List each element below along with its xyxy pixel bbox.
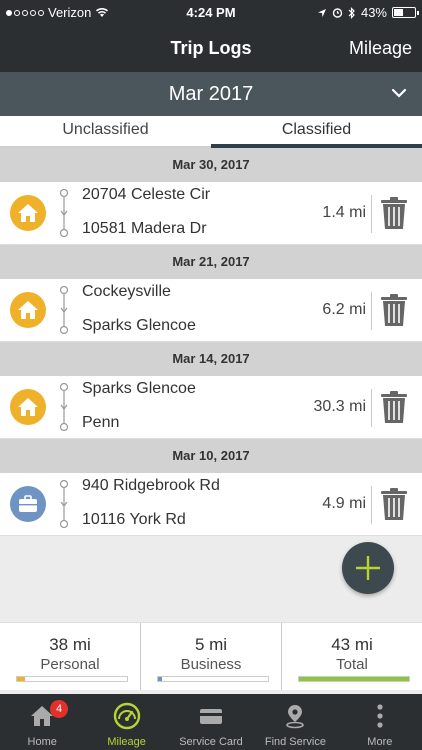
route-icon xyxy=(59,480,69,528)
category-badge[interactable] xyxy=(10,389,46,425)
row-divider xyxy=(371,486,372,524)
tab-label: Home xyxy=(27,736,57,748)
home-icon xyxy=(18,398,38,416)
summary-value: 5 mi xyxy=(194,635,228,654)
summary-progress-bar xyxy=(157,676,269,682)
date-header: Mar 21, 2017 xyxy=(0,245,422,279)
briefcase-icon xyxy=(19,495,37,512)
row-divider xyxy=(371,389,372,427)
bottom-tab-bar: 4 Home Mileage Service Card Find Service More xyxy=(0,694,422,750)
trip-destination: Penn xyxy=(82,414,120,431)
home-icon xyxy=(18,204,38,222)
summary-value: 43 mi xyxy=(331,635,373,654)
route-icon xyxy=(59,189,69,237)
summary-total: 43 mi Total xyxy=(281,623,422,690)
tab-more[interactable]: More xyxy=(338,694,422,750)
trash-icon[interactable] xyxy=(380,487,408,521)
tab-classified[interactable]: Classified xyxy=(211,116,422,148)
battery-percent: 43% xyxy=(360,5,387,20)
summary-value: 38 mi xyxy=(49,635,91,654)
trash-icon[interactable] xyxy=(380,390,408,424)
status-bar: Verizon 4:24 PM 43% xyxy=(0,0,422,26)
month-selector[interactable]: Mar 2017 xyxy=(0,72,422,116)
trip-destination: 10116 York Rd xyxy=(82,511,186,528)
plus-icon xyxy=(356,556,380,580)
trip-destination: 10581 Madera Dr xyxy=(82,220,207,237)
summary-label: Personal xyxy=(40,656,100,673)
speedometer-icon xyxy=(113,702,140,730)
location-pin-icon xyxy=(286,705,305,729)
category-badge[interactable] xyxy=(10,195,46,231)
summary-progress-bar xyxy=(298,676,410,682)
summary-personal: 38 mi Personal xyxy=(0,623,140,690)
tab-home[interactable]: 4 Home xyxy=(0,694,84,750)
summary-label: Total xyxy=(336,656,368,673)
trip-row[interactable]: Sparks Glencoe Penn 30.3 mi xyxy=(0,376,422,439)
tab-find-service[interactable]: Find Service xyxy=(253,694,337,750)
date-header: Mar 14, 2017 xyxy=(0,342,422,376)
trip-origin: 20704 Celeste Cir xyxy=(82,186,211,203)
route-icon xyxy=(59,383,69,431)
summary-progress-bar xyxy=(16,676,128,682)
more-icon xyxy=(377,704,383,728)
category-badge[interactable] xyxy=(10,486,46,522)
card-icon xyxy=(200,709,223,724)
trip-row[interactable]: 20704 Celeste Cir 10581 Madera Dr 1.4 mi xyxy=(0,182,422,245)
tab-label: Find Service xyxy=(264,736,326,748)
row-divider xyxy=(371,195,372,233)
row-divider xyxy=(371,292,372,330)
alarm-icon xyxy=(332,8,343,18)
notification-badge: 4 xyxy=(50,700,68,718)
tab-service-card[interactable]: Service Card xyxy=(169,694,253,750)
date-header: Mar 30, 2017 xyxy=(0,148,422,182)
trip-distance: 30.3 mi xyxy=(313,398,366,415)
add-trip-button[interactable] xyxy=(342,542,394,594)
trip-distance: 4.9 mi xyxy=(322,495,366,512)
trip-distance: 6.2 mi xyxy=(322,301,366,318)
trip-distance: 1.4 mi xyxy=(322,204,366,221)
location-arrow-icon xyxy=(317,8,326,17)
trip-destination: Sparks Glencoe xyxy=(82,317,196,334)
tab-label: Mileage xyxy=(107,736,146,748)
bluetooth-icon xyxy=(348,6,355,19)
trip-row[interactable]: Cockeysville Sparks Glencoe 6.2 mi xyxy=(0,279,422,342)
trip-origin: Cockeysville xyxy=(82,283,171,300)
home-icon xyxy=(18,301,38,319)
mileage-summary: 38 mi Personal 5 mi Business 43 mi Total xyxy=(0,622,422,690)
battery-icon xyxy=(392,7,419,18)
trip-row[interactable]: 940 Ridgebrook Rd 10116 York Rd 4.9 mi xyxy=(0,473,422,536)
date-header: Mar 10, 2017 xyxy=(0,439,422,473)
tab-label: More xyxy=(367,736,393,748)
summary-label: Business xyxy=(180,656,242,673)
nav-bar: Trip Logs Mileage xyxy=(0,26,422,72)
status-right: 43% xyxy=(317,5,419,20)
summary-business: 5 mi Business xyxy=(140,623,281,690)
classification-tabs: Unclassified Classified xyxy=(0,116,422,148)
trip-origin: Sparks Glencoe xyxy=(82,380,196,397)
tab-mileage[interactable]: Mileage xyxy=(84,694,168,750)
trash-icon[interactable] xyxy=(380,293,408,327)
month-label: Mar 2017 xyxy=(168,83,254,105)
mileage-button[interactable]: Mileage xyxy=(349,38,412,59)
tab-unclassified[interactable]: Unclassified xyxy=(0,116,211,148)
category-badge[interactable] xyxy=(10,292,46,328)
trip-origin: 940 Ridgebrook Rd xyxy=(82,477,220,494)
trash-icon[interactable] xyxy=(380,196,408,230)
route-icon xyxy=(59,286,69,334)
chevron-down-icon xyxy=(391,88,407,98)
trip-list: Mar 30, 2017 20704 Celeste Cir 10581 Mader… xyxy=(0,148,422,536)
tab-label: Service Card xyxy=(179,736,243,748)
